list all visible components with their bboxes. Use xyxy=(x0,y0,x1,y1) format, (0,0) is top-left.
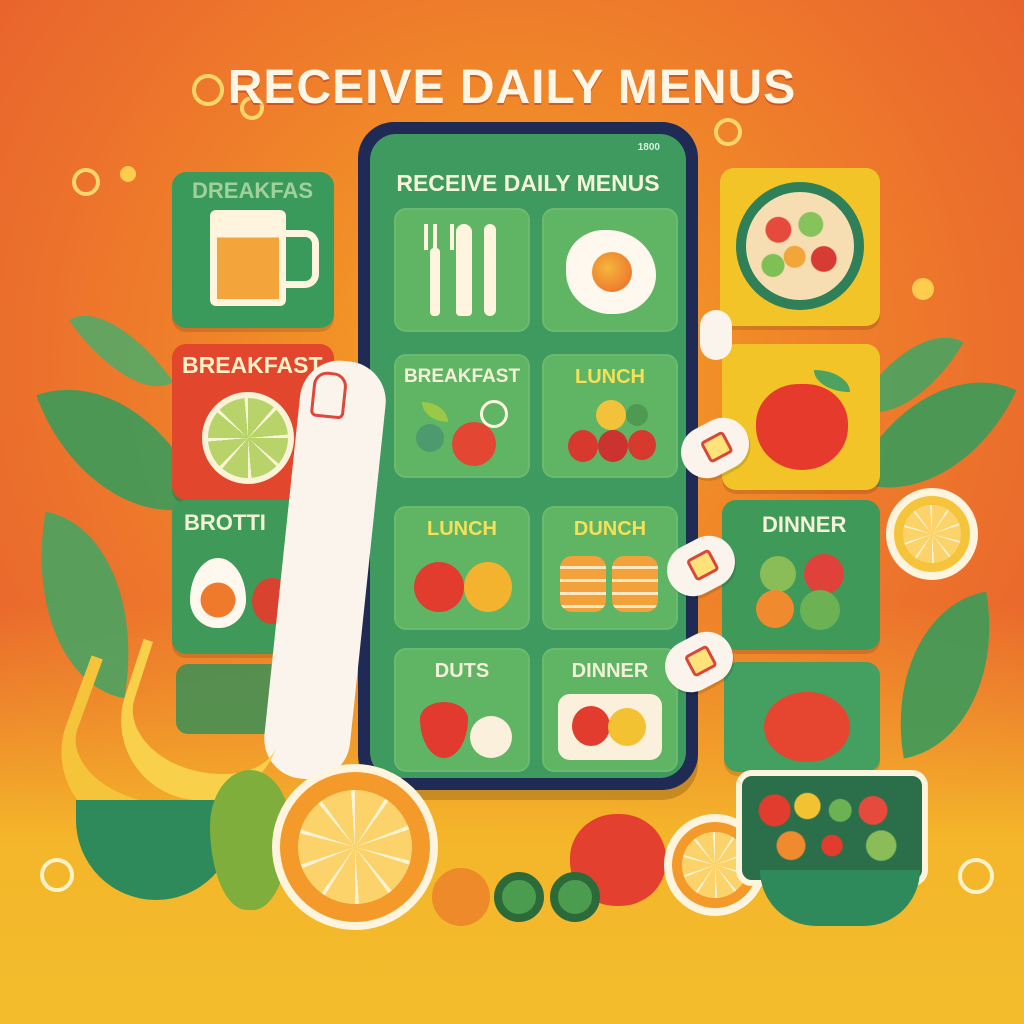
decor-dot xyxy=(912,278,934,300)
page-headline: RECEIVE DAILY MENUS xyxy=(227,61,797,115)
menu-card-lunch-1[interactable]: LUNCH xyxy=(542,354,678,478)
lime-icon xyxy=(202,392,294,484)
fingernail xyxy=(309,370,349,420)
decor-dot xyxy=(120,166,136,182)
right-tile-apple[interactable] xyxy=(722,344,880,490)
juice-mug-icon xyxy=(210,210,286,306)
tile-label: DREAKFAS xyxy=(192,178,314,203)
lemon-slice-icon xyxy=(886,488,978,580)
card-label: DINNER xyxy=(571,660,649,682)
card-label: DUTS xyxy=(434,660,490,682)
menu-card-dinner[interactable]: DINNER xyxy=(542,648,678,772)
tile-label: BREAKFAST xyxy=(182,352,323,378)
olive-fruit xyxy=(550,872,600,922)
decor-ring xyxy=(40,858,74,892)
tile-label: BROTTI xyxy=(184,510,266,535)
tomato-icon xyxy=(764,692,850,762)
screen-title: RECEIVE DAILY MENUS xyxy=(396,170,660,196)
salad-icon xyxy=(416,398,512,468)
orange-fruit xyxy=(432,868,490,926)
tile-label: DINNER xyxy=(762,512,847,537)
fruit-bowl-icon xyxy=(736,182,864,310)
menu-card-lunch-2[interactable]: LUNCH xyxy=(394,506,530,630)
right-tile-tomato[interactable] xyxy=(724,662,880,772)
bread-icon xyxy=(560,556,660,612)
decor-ring xyxy=(714,118,742,146)
cherries-icon xyxy=(564,400,660,468)
tomato-icon xyxy=(412,556,512,616)
menu-card-utensils[interactable] xyxy=(394,208,530,332)
mug-handle xyxy=(282,230,319,288)
decor-ring xyxy=(958,858,994,894)
menu-card-egg[interactable] xyxy=(542,208,678,332)
card-label: LUNCH xyxy=(575,366,645,388)
card-label: BREAKFAST xyxy=(403,366,521,387)
right-tile-dinner[interactable]: DINNER xyxy=(722,500,880,650)
fruit-tray xyxy=(736,770,928,886)
egg-icon xyxy=(190,558,246,628)
finger-top xyxy=(700,310,732,360)
card-label: DUNCH xyxy=(573,518,647,540)
status-text: 1800 xyxy=(637,142,660,153)
apple-icon xyxy=(756,384,848,470)
right-tile-fruit-bowl[interactable] xyxy=(720,168,880,326)
mixed-fruit-icon xyxy=(752,552,852,632)
left-tile-breakfast-drink[interactable]: DREAKFAS xyxy=(172,172,334,328)
phone-screen: 1800 RECEIVE DAILY MENUS BREAKFAST LUNCH… xyxy=(370,134,686,778)
strawberry-icon xyxy=(414,698,514,762)
plate-icon xyxy=(558,694,662,760)
menu-card-duts[interactable]: DUTS xyxy=(394,648,530,772)
card-label: LUNCH xyxy=(427,518,497,540)
fried-egg-icon xyxy=(566,230,656,314)
olive-fruit xyxy=(494,872,544,922)
orange-slice-icon xyxy=(272,764,438,930)
phone-frame: 1800 RECEIVE DAILY MENUS BREAKFAST LUNCH… xyxy=(358,122,698,790)
fork-knife-icon xyxy=(424,224,504,316)
menu-card-breakfast[interactable]: BREAKFAST xyxy=(394,354,530,478)
menu-card-dunch[interactable]: DUNCH xyxy=(542,506,678,630)
decor-ring xyxy=(72,168,100,196)
